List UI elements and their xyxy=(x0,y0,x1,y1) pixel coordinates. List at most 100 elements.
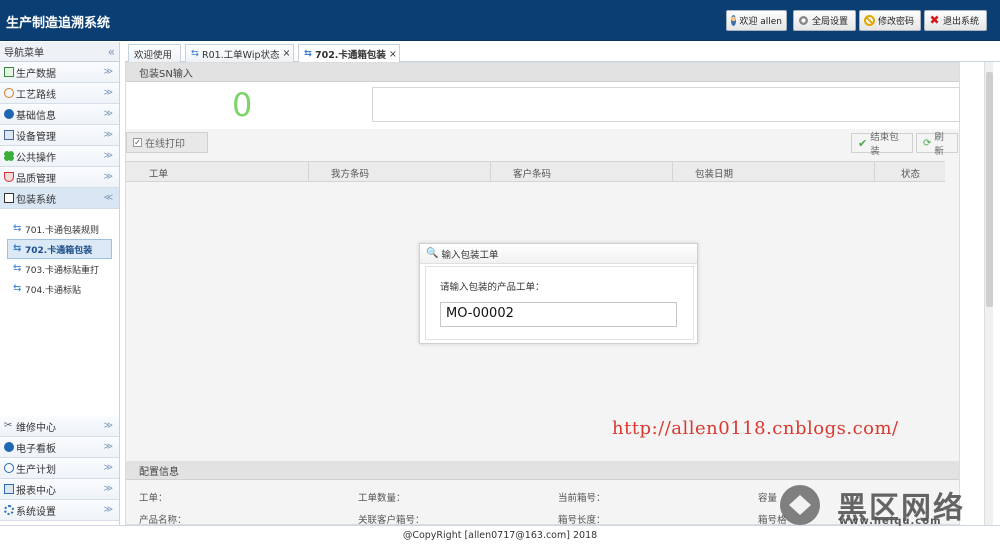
sidebar-item-basic-info[interactable]: 基础信息 ≫ xyxy=(0,104,119,125)
arrows-icon: ⇆ xyxy=(304,48,312,59)
close-tab-icon[interactable]: × xyxy=(389,49,397,60)
sidebar-item-label: 维修中心 xyxy=(16,422,56,434)
sidebar-title: 导航菜单 xyxy=(4,48,44,59)
sidebar-item-label: 系统设置 xyxy=(16,506,56,518)
sidebar-item-label: 生产数据 xyxy=(16,68,56,80)
chevron-down-icon: ≫ xyxy=(103,151,113,161)
sidebar-item-label: 设备管理 xyxy=(16,131,56,143)
close-tab-icon[interactable]: × xyxy=(283,48,291,59)
tab-bar: 欢迎使用 ⇆ R01.工单Wip状态 × ⇆ 702.卡通箱包装 × xyxy=(125,42,1000,63)
info-icon xyxy=(4,109,14,119)
refresh-button[interactable]: ⟳ 刷新 xyxy=(916,132,958,157)
column-header-status[interactable]: 状态 xyxy=(901,166,920,180)
collapse-sidebar-icon[interactable]: « xyxy=(108,45,115,59)
sidebar-subitem-label: 703.卡通标贴重打 xyxy=(25,265,100,276)
sidebar-item-label: 公共操作 xyxy=(16,152,56,164)
site-logo-watermark: 黑区网络 www.heiqu.com xyxy=(775,483,1000,528)
search-icon: 🔍 xyxy=(426,248,439,259)
shield-icon xyxy=(4,172,14,182)
chevron-down-icon: ≫ xyxy=(103,463,113,473)
tab-carton-packing[interactable]: ⇆ 702.卡通箱包装 × xyxy=(298,44,400,63)
sidebar-item-label: 生产计划 xyxy=(16,464,56,476)
sidebar-item-process-route[interactable]: 工艺路线 ≫ xyxy=(0,83,119,104)
sidebar-item-production-data[interactable]: 生产数据 ≫ xyxy=(0,62,119,83)
config-label-work-order: 工单： xyxy=(139,493,168,504)
finish-packing-label: 结束包装 xyxy=(870,132,899,157)
arrows-icon: ⇆ xyxy=(13,243,22,254)
global-settings-button[interactable]: 全局设置 xyxy=(793,10,856,31)
grid-header: 工单 我方条码 客户条码 包装日期 状态 xyxy=(126,161,945,182)
tab-welcome[interactable]: 欢迎使用 xyxy=(128,44,181,62)
check-icon: ✔ xyxy=(858,136,868,150)
online-print-label: 在线打印 xyxy=(145,139,185,150)
dialog-prompt: 请输入包装的产品工单： xyxy=(440,282,545,293)
tools-icon: ✂ xyxy=(4,420,13,431)
sidebar-item-label: 报表中心 xyxy=(16,485,56,497)
sidebar-subitem-704[interactable]: ⇆ 704.卡通标贴 xyxy=(0,279,119,299)
dialog-title-bar: 🔍 输入包装工单 xyxy=(420,244,697,264)
sidebar-subitem-702[interactable]: ⇆ 702.卡通箱包装 xyxy=(7,239,112,259)
refresh-label: 刷新 xyxy=(934,132,944,157)
vertical-scrollbar[interactable] xyxy=(984,62,993,525)
welcome-user-button[interactable]: 欢迎 allen xyxy=(726,10,787,31)
sidebar-item-plan[interactable]: 生产计划 ≫ xyxy=(0,458,119,479)
sidebar-item-packaging[interactable]: 包装系统 ≪ xyxy=(0,188,119,209)
sidebar-subitem-701[interactable]: ⇆ 701.卡通包装规则 xyxy=(0,219,119,239)
online-print-toggle[interactable]: ✓ 在线打印 xyxy=(126,132,208,153)
column-header-work-order[interactable]: 工单 xyxy=(149,166,168,180)
chevron-down-icon: ≫ xyxy=(103,505,113,515)
globe-icon xyxy=(4,442,14,452)
sidebar-item-equipment[interactable]: 设备管理 ≫ xyxy=(0,125,119,146)
dialog-body: 请输入包装的产品工单： MO-00002 xyxy=(425,266,694,340)
work-order-dialog: 🔍 输入包装工单 请输入包装的产品工单： MO-00002 xyxy=(419,243,698,344)
sidebar-item-label: 基础信息 xyxy=(16,110,56,122)
sidebar-item-repair[interactable]: ✂ 维修中心 ≫ xyxy=(0,416,119,437)
tab-label: 欢迎使用 xyxy=(134,49,173,61)
finish-packing-button[interactable]: ✔ 结束包装 xyxy=(851,132,913,157)
clover-icon xyxy=(4,151,14,161)
sidebar: 导航菜单 « 生产数据 ≫ 工艺路线 ≫ 基础信息 ≫ 设备管理 ≫ 公共操作 … xyxy=(0,42,120,525)
arrows-icon: ⇆ xyxy=(191,47,199,59)
sidebar-subitem-703[interactable]: ⇆ 703.卡通标贴重打 xyxy=(0,259,119,279)
logout-button[interactable]: ✖ 退出系统 xyxy=(924,10,987,31)
checkbox-icon[interactable]: ✓ xyxy=(133,138,142,147)
sidebar-item-public-ops[interactable]: 公共操作 ≫ xyxy=(0,146,119,167)
work-order-input[interactable]: MO-00002 xyxy=(440,302,677,327)
sidebar-item-label: 品质管理 xyxy=(16,173,56,185)
column-header-pack-date[interactable]: 包装日期 xyxy=(695,166,733,180)
report-icon xyxy=(4,484,14,494)
sidebar-subitem-label: 701.卡通包装规则 xyxy=(25,225,100,236)
sidebar-item-system-settings[interactable]: 系统设置 ≫ xyxy=(0,500,119,521)
config-label-box-length: 箱号长度： xyxy=(558,515,606,526)
document-icon xyxy=(4,67,14,77)
chevron-down-icon: ≫ xyxy=(103,109,113,119)
arrows-icon: ⇆ xyxy=(13,223,22,234)
sidebar-item-label: 电子看板 xyxy=(16,443,56,455)
sidebar-item-kanban[interactable]: 电子看板 ≫ xyxy=(0,437,119,458)
close-icon: ✖ xyxy=(929,13,940,27)
scrollbar-thumb[interactable] xyxy=(986,72,993,307)
sidebar-item-label: 工艺路线 xyxy=(16,89,56,101)
site-logo-url: www.heiqu.com xyxy=(839,516,942,527)
chevron-down-icon: ≫ xyxy=(103,67,113,77)
tab-wip-status[interactable]: ⇆ R01.工单Wip状态 × xyxy=(185,44,294,62)
refresh-icon: ⟳ xyxy=(923,137,932,149)
sn-input[interactable] xyxy=(372,87,960,122)
sidebar-item-reports[interactable]: 报表中心 ≫ xyxy=(0,479,119,500)
arrows-icon: ⇆ xyxy=(13,283,22,294)
sidebar-item-quality[interactable]: 品质管理 ≫ xyxy=(0,167,119,188)
sidebar-item-label: 包装系统 xyxy=(16,194,56,206)
column-header-our-barcode[interactable]: 我方条码 xyxy=(331,166,369,180)
config-label-order-qty: 工单数量： xyxy=(358,493,406,504)
chevron-down-icon: ≫ xyxy=(103,88,113,98)
package-icon xyxy=(4,193,14,203)
change-password-button[interactable]: 修改密码 xyxy=(859,10,921,31)
footer-copyright: @CopyRight [allen0717@163.com] 2018 xyxy=(0,525,1000,547)
change-password-label: 修改密码 xyxy=(878,17,915,27)
sn-panel-title: 包装SN输入 xyxy=(126,63,959,82)
chevron-down-icon: ≫ xyxy=(103,421,113,431)
tab-label: 702.卡通箱包装 xyxy=(314,50,386,61)
chevron-up-icon: ≪ xyxy=(103,193,113,203)
column-header-customer-barcode[interactable]: 客户条码 xyxy=(513,166,551,180)
key-icon xyxy=(864,15,875,26)
